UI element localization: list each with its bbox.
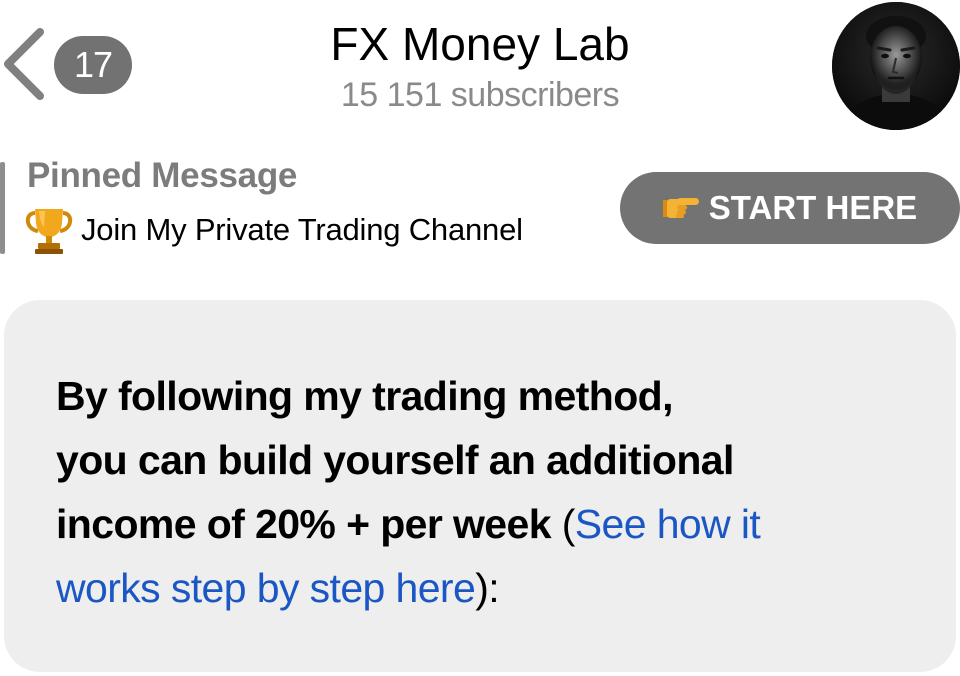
pinned-message[interactable]: Pinned Message Join My Private Trading C…: [0, 156, 600, 256]
back-button[interactable]: 17: [0, 26, 140, 102]
pointing-hand-icon: [662, 198, 699, 218]
chevron-left-icon: [4, 28, 44, 100]
start-here-label: START HERE: [708, 189, 918, 226]
message-line-1: By following my trading method,: [56, 373, 674, 419]
trophy-icon: [25, 209, 73, 254]
pinned-indicator-bar: [0, 162, 5, 254]
pinned-message-content: Join My Private Trading Channel: [25, 204, 523, 256]
open-paren: (: [550, 501, 576, 547]
message-line-3: income of 20% + per week: [56, 501, 552, 547]
message-bubble: By following my trading method, you can …: [4, 300, 956, 672]
channel-avatar[interactable]: [832, 2, 960, 130]
link-text-part-2: works step by step here: [56, 565, 476, 611]
channel-header[interactable]: FX Money Lab 15 151 subscribers: [230, 16, 730, 118]
message-line-2: you can build yourself an additional: [56, 437, 734, 483]
subscriber-count: 15 151 subscribers: [340, 76, 620, 114]
channel-title: FX Money Lab: [330, 18, 630, 70]
message-text: By following my trading method, you can …: [56, 364, 916, 620]
link-text-part-1: See how it: [574, 501, 761, 547]
pinned-message-text: Join My Private Trading Channel: [81, 212, 523, 247]
unread-count-badge: 17: [54, 36, 132, 94]
start-here-button[interactable]: START HERE: [620, 172, 960, 244]
close-paren: ):: [475, 565, 500, 611]
person-portrait-icon: [832, 2, 960, 130]
pinned-message-label: Pinned Message: [27, 156, 298, 195]
